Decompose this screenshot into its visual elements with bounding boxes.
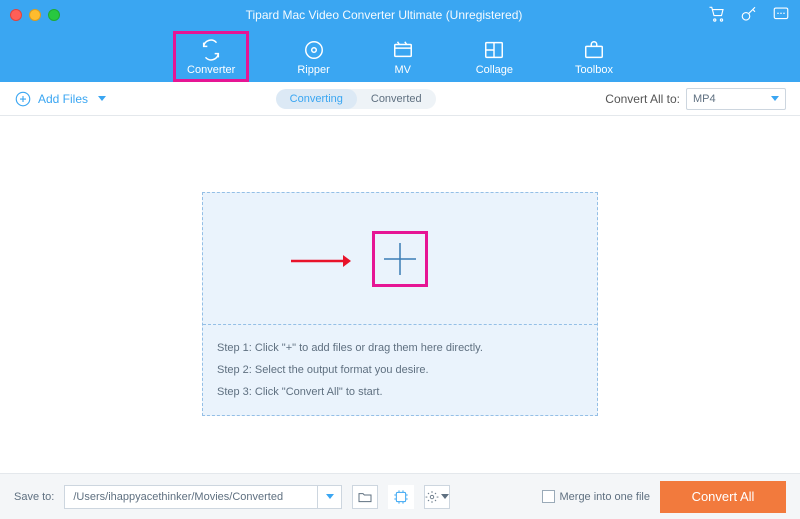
convert-all-button[interactable]: Convert All <box>660 481 786 513</box>
checkbox-icon <box>542 490 555 503</box>
tab-mv[interactable]: MV <box>382 35 424 78</box>
step-1: Step 1: Click "+" to add files or drag t… <box>217 337 583 359</box>
format-value: MP4 <box>693 93 716 105</box>
tab-converter[interactable]: Converter <box>177 35 245 78</box>
chevron-down-icon[interactable] <box>317 486 341 508</box>
tab-label: Converter <box>187 64 235 76</box>
tab-converting[interactable]: Converting <box>276 89 357 109</box>
main-tabs: Converter Ripper MV Collage Toolbox <box>0 30 800 82</box>
merge-checkbox[interactable]: Merge into one file <box>542 490 651 503</box>
status-segment: Converting Converted <box>276 89 436 109</box>
key-icon[interactable] <box>740 5 758 26</box>
tab-toolbox[interactable]: Toolbox <box>565 35 623 78</box>
cart-icon[interactable] <box>708 5 726 26</box>
fullscreen-window-icon[interactable] <box>48 9 60 21</box>
minimize-window-icon[interactable] <box>29 9 41 21</box>
arrow-right-icon <box>291 253 351 274</box>
titlebar: Tipard Mac Video Converter Ultimate (Unr… <box>0 0 800 30</box>
close-window-icon[interactable] <box>10 9 22 21</box>
chevron-down-icon <box>441 494 449 499</box>
chevron-down-icon <box>771 96 779 101</box>
convert-all-to-label: Convert All to: <box>605 92 680 106</box>
add-files-button[interactable]: Add Files <box>14 90 106 108</box>
save-path-value: /Users/ihappyacethinker/Movies/Converted <box>73 491 283 503</box>
sub-toolbar: Add Files Converting Converted Convert A… <box>0 82 800 116</box>
chevron-down-icon <box>98 96 106 101</box>
main-content: Step 1: Click "+" to add files or drag t… <box>0 116 800 473</box>
tab-converted[interactable]: Converted <box>357 89 436 109</box>
open-folder-button[interactable] <box>352 485 378 509</box>
header-region: Tipard Mac Video Converter Ultimate (Unr… <box>0 0 800 82</box>
instructions: Step 1: Click "+" to add files or drag t… <box>203 325 597 415</box>
save-to-label: Save to: <box>14 491 54 503</box>
tab-ripper[interactable]: Ripper <box>287 35 339 78</box>
merge-label: Merge into one file <box>560 491 651 503</box>
feedback-icon[interactable] <box>772 5 790 26</box>
add-files-label: Add Files <box>38 92 88 106</box>
save-path-field[interactable]: /Users/ihappyacethinker/Movies/Converted <box>64 485 342 509</box>
tab-collage[interactable]: Collage <box>466 35 523 78</box>
step-2: Step 2: Select the output format you des… <box>217 359 583 381</box>
tab-label: MV <box>394 64 411 76</box>
output-format-select[interactable]: MP4 <box>686 88 786 110</box>
step-3: Step 3: Click "Convert All" to start. <box>217 381 583 403</box>
tab-label: Collage <box>476 64 513 76</box>
drop-zone[interactable]: Step 1: Click "+" to add files or drag t… <box>202 192 598 416</box>
settings-button[interactable] <box>424 485 450 509</box>
window-controls <box>10 9 60 21</box>
hardware-accel-button[interactable] <box>388 485 414 509</box>
tab-label: Ripper <box>297 64 329 76</box>
window-title: Tipard Mac Video Converter Ultimate (Unr… <box>60 8 708 22</box>
footer-bar: Save to: /Users/ihappyacethinker/Movies/… <box>0 473 800 519</box>
tab-label: Toolbox <box>575 64 613 76</box>
add-files-plus-button[interactable] <box>375 234 425 284</box>
